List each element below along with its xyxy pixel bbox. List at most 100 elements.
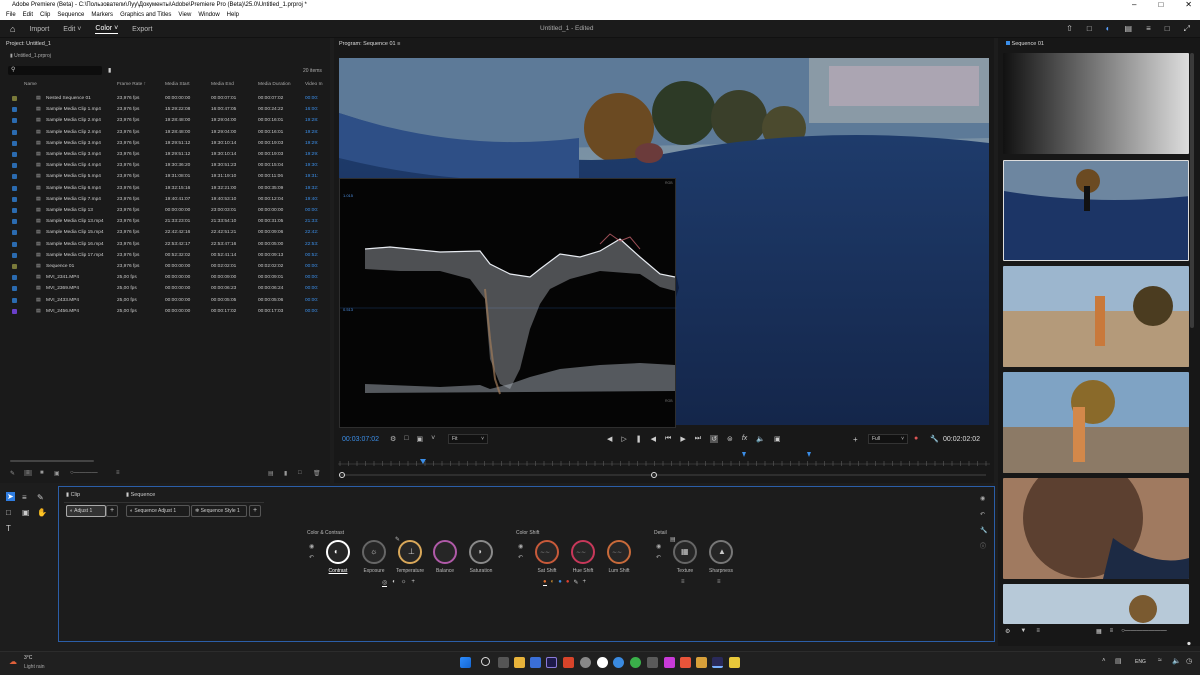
selection-tool-icon[interactable]: ➤: [6, 492, 15, 501]
label-color-swatch[interactable]: [12, 308, 17, 314]
wrench-icon[interactable]: 🔧: [930, 435, 939, 443]
label-color-swatch[interactable]: [12, 129, 17, 135]
table-row[interactable]: ▤ MVI_2433.MP4 25,00 fps 00:00:00:00 00:00:0…: [0, 295, 330, 306]
col-media-duration[interactable]: Media Duration: [258, 82, 291, 87]
filter-icon[interactable]: ▼: [1020, 628, 1026, 635]
app-orange-icon[interactable]: [680, 657, 691, 668]
menu-markers[interactable]: Markers: [91, 10, 113, 20]
table-row[interactable]: ▤ MVI_2369.MP4 25,00 fps 00:00:00:00 00:00:0…: [0, 283, 330, 294]
export-frame-icon[interactable]: ▣: [774, 435, 781, 443]
play-icon[interactable]: ▶: [680, 435, 685, 443]
track-select-icon[interactable]: ≡: [22, 493, 27, 502]
sharpness-knob[interactable]: ▲: [709, 540, 733, 564]
loop-icon[interactable]: ↺: [710, 435, 718, 443]
app-amber-icon[interactable]: [696, 657, 707, 668]
close-icon[interactable]: ✕: [1185, 0, 1192, 10]
label-color-swatch[interactable]: [12, 208, 17, 213]
chevron-up-icon[interactable]: ˄: [1102, 658, 1106, 664]
app-grey-icon[interactable]: [580, 657, 591, 668]
reset-icon[interactable]: ↶: [656, 553, 661, 564]
sort-icon[interactable]: ≡: [116, 470, 120, 476]
label-color-swatch[interactable]: [12, 107, 17, 113]
eyedropper-icon[interactable]: ✎: [395, 536, 400, 543]
table-row[interactable]: ▤ Sample Media Clip 13 23,976 fps 00:00:00:…: [0, 205, 330, 216]
eye-icon[interactable]: ◉: [309, 542, 314, 553]
table-row[interactable]: ▤ Sample Media Clip 2.mp4 23,976 fps 19:28:…: [0, 115, 330, 126]
quality-dropdown[interactable]: Full ˅: [868, 434, 908, 444]
volume-icon[interactable]: 🔈: [1172, 657, 1181, 665]
label-color-swatch[interactable]: [12, 174, 17, 180]
zoom-slider-icon[interactable]: ○————: [70, 470, 98, 476]
label-color-swatch[interactable]: [12, 118, 17, 124]
insert-icon[interactable]: ⊜: [727, 435, 733, 443]
new-bin-button-icon[interactable]: ▮: [284, 470, 287, 477]
fx-icon[interactable]: fx: [742, 435, 747, 443]
balance-knob[interactable]: [433, 540, 457, 564]
table-row[interactable]: ▤ Sample Media Clip 4.mp4 23,976 fps 19:30:…: [0, 160, 330, 171]
eye-icon[interactable]: ◉: [518, 542, 523, 553]
menu-sequence[interactable]: Sequence: [57, 10, 84, 20]
hand-tool-icon[interactable]: ✋: [37, 508, 47, 517]
table-row[interactable]: ▤ Sample Media Clip 1.mp4 23,976 fps 15:29:…: [0, 104, 330, 115]
premiere-icon[interactable]: [546, 657, 557, 668]
maximize-icon[interactable]: □: [1158, 0, 1163, 10]
rectangle-tool-icon[interactable]: □: [6, 508, 11, 517]
eye-icon[interactable]: ◉: [656, 542, 661, 553]
eye-icon[interactable]: ◉: [980, 491, 987, 507]
clip-thumbnail[interactable]: [1003, 266, 1189, 367]
col-media-start[interactable]: Media Start: [165, 82, 190, 87]
file-explorer-icon[interactable]: [514, 657, 525, 668]
nav-import[interactable]: Import: [29, 26, 49, 33]
tab-sequence[interactable]: ▮ Sequence: [126, 492, 155, 498]
list-icon[interactable]: ≡: [1146, 24, 1151, 34]
premiere-active-icon[interactable]: [712, 657, 723, 668]
exposure-knob[interactable]: ☼: [362, 540, 386, 564]
table-row[interactable]: ▤ MVI_2341.MP4 25,00 fps 00:00:00:00 00:00:0…: [0, 272, 330, 283]
color-channels-icon[interactable]: ●: [914, 435, 918, 442]
fullscreen-icon[interactable]: ⤢: [1184, 24, 1190, 34]
list-view-icon[interactable]: ≡: [1110, 628, 1114, 635]
reset-icon[interactable]: ↶: [518, 553, 523, 564]
globe-icon[interactable]: ◎: [382, 579, 388, 587]
minimize-icon[interactable]: –: [1132, 0, 1136, 10]
swatch-amber-icon[interactable]: ◐: [551, 579, 555, 586]
grid-view-icon[interactable]: ▦: [1096, 628, 1102, 635]
current-timecode[interactable]: 00:03:07:02: [342, 436, 379, 443]
label-color-swatch[interactable]: [12, 163, 17, 169]
sequence-style-chip[interactable]: ❄ Sequence Style 1: [191, 505, 247, 517]
adjust-chip[interactable]: ◐ Adjust 1: [66, 505, 106, 517]
type-tool-icon[interactable]: T: [6, 524, 11, 533]
clip-thumbnail[interactable]: [1003, 160, 1189, 261]
swatch-blue-icon[interactable]: ●: [558, 579, 562, 586]
table-row[interactable]: ▤ Sample Media Clip 2.mp4 23,976 fps 19:28:…: [0, 127, 330, 138]
sharpness-sliders-icon[interactable]: ≡: [717, 579, 721, 585]
freeform-view-icon[interactable]: ▣: [54, 470, 60, 477]
clip-thumbnail[interactable]: [1003, 372, 1189, 473]
mark-out-icon[interactable]: ▷: [621, 435, 626, 443]
add-clip-adjust-button[interactable]: +: [106, 505, 118, 517]
go-to-in-icon[interactable]: ❚: [636, 435, 642, 443]
lum-shift-knob[interactable]: ∼∼: [607, 540, 631, 564]
store-icon[interactable]: [530, 657, 541, 668]
label-color-swatch[interactable]: [12, 140, 17, 146]
menu-file[interactable]: File: [6, 10, 16, 20]
nav-edit[interactable]: Edit ˅: [63, 26, 81, 33]
wifi-icon[interactable]: ≈: [1158, 657, 1162, 664]
home-icon[interactable]: ⌂: [10, 24, 15, 34]
workspace-icon[interactable]: ▤: [1125, 24, 1133, 34]
label-color-swatch[interactable]: [12, 219, 17, 225]
network-icon[interactable]: ▤: [1115, 657, 1122, 665]
label-color-swatch[interactable]: [12, 230, 17, 236]
sync-icon[interactable]: ◐: [1106, 24, 1111, 34]
zoom-slider-icon[interactable]: ○———————: [1121, 628, 1167, 635]
go-to-start-icon[interactable]: ⏮: [665, 435, 671, 443]
clock-icon[interactable]: ◷: [1186, 657, 1192, 665]
menu-graphics[interactable]: Graphics and Titles: [120, 10, 171, 20]
start-icon[interactable]: [460, 657, 471, 668]
fit-dropdown[interactable]: Fit ˅: [448, 434, 488, 444]
search-icon[interactable]: [481, 657, 490, 666]
texture-sliders-icon[interactable]: ≡: [681, 579, 685, 585]
menu-window[interactable]: Window: [198, 10, 219, 20]
col-media-end[interactable]: Media End: [211, 82, 234, 87]
clip-thumbnail[interactable]: [1003, 53, 1189, 154]
